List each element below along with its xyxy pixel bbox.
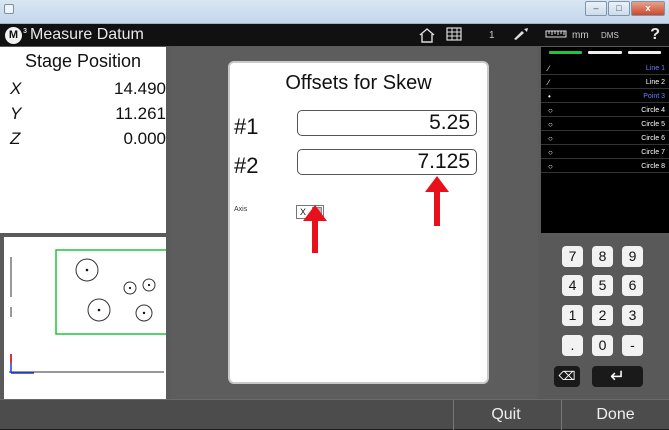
circle-icon: ○ (548, 106, 553, 115)
window-controls: – □ x (585, 1, 665, 16)
feature-row-circle-5[interactable]: ○ Circle 5 (541, 119, 669, 131)
key-2[interactable]: 2 (592, 305, 613, 326)
help-button[interactable]: ? (650, 26, 660, 44)
tab-list[interactable] (588, 51, 622, 54)
page-title: Measure Datum (30, 26, 144, 43)
grid-view-icon[interactable] (446, 27, 462, 44)
maximize-button[interactable]: □ (608, 1, 630, 16)
feature-row-circle-4[interactable]: ○ Circle 4 (541, 105, 669, 117)
key-9[interactable]: 9 (622, 246, 643, 267)
close-button[interactable]: x (631, 1, 665, 16)
feature-name: Point 3 (643, 93, 665, 100)
enter-icon[interactable]: ↵ (592, 366, 643, 387)
feature-list-tabs (549, 51, 661, 60)
offset-input-2[interactable]: 7.125 (297, 149, 477, 175)
key-7[interactable]: 7 (562, 246, 583, 267)
app-window: – □ x M3 Measure Datum 1 mm DMS ? Stage … (0, 0, 669, 430)
probe-icon[interactable] (512, 27, 530, 44)
axis-row-x: X 14.490 (0, 79, 166, 101)
axis-label: X (10, 79, 22, 98)
numeric-keypad: 7 8 9 4 5 6 1 2 3 . 0 - ⌫ ↵ (541, 237, 669, 399)
axis-value: 0.000 (123, 129, 166, 148)
axis-label: Y (10, 104, 22, 123)
stage-position-title: Stage Position (24, 51, 142, 71)
app-logo: M3 (5, 27, 27, 44)
key-0[interactable]: 0 (592, 335, 613, 356)
footer-bar: Quit Done (0, 399, 669, 430)
feature-name: Circle 7 (641, 149, 665, 156)
circle-icon: ○ (548, 148, 553, 157)
offset-input-1[interactable]: 5.25 (297, 110, 477, 136)
done-button[interactable]: Done (561, 400, 669, 430)
annotation-arrow-icon (425, 176, 449, 226)
key-minus[interactable]: - (622, 335, 643, 356)
feature-list: ∕ Line 1 ∕ Line 2 • Point 3 ○ Circle 4 ○… (541, 47, 669, 233)
offset-label-2: #2 (234, 153, 259, 178)
key-6[interactable]: 6 (622, 275, 643, 296)
tab-features[interactable] (549, 51, 583, 54)
backspace-icon[interactable]: ⌫ (554, 366, 580, 387)
key-8[interactable]: 8 (592, 246, 613, 267)
key-5[interactable]: 5 (592, 275, 613, 296)
feature-name: Circle 6 (641, 135, 665, 142)
dialog-title: Offsets for Skew (285, 72, 432, 94)
quit-button[interactable]: Quit (453, 400, 558, 430)
axis-value: 11.261 (115, 104, 166, 123)
key-1[interactable]: 1 (562, 305, 583, 326)
feature-name: Circle 4 (641, 107, 665, 114)
feature-row-circle-8[interactable]: ○ Circle 8 (541, 161, 669, 173)
feature-row-point-3[interactable]: • Point 3 (541, 91, 669, 103)
feature-name: Line 1 (645, 65, 665, 72)
feature-row-line-1[interactable]: ∕ Line 1 (541, 63, 669, 75)
minimize-button[interactable]: – (585, 1, 607, 16)
feature-row-circle-7[interactable]: ○ Circle 7 (541, 147, 669, 159)
axis-value: 14.490 (114, 79, 166, 98)
system-menu-icon[interactable] (4, 4, 14, 14)
circle-icon: ○ (548, 120, 553, 129)
axis-label: Z (10, 129, 21, 148)
offset-label-1: #1 (234, 114, 259, 139)
line-icon: ∕ (548, 64, 550, 73)
window-titlebar: – □ x (0, 0, 669, 24)
angle-format-toggle[interactable]: DMS (601, 31, 619, 40)
unit-toggle[interactable]: mm (572, 30, 589, 41)
circle-icon: ○ (548, 134, 553, 143)
count-indicator: 1 (489, 30, 495, 41)
line-icon: ∕ (548, 78, 550, 87)
tab-other[interactable] (627, 51, 661, 54)
ruler-icon[interactable] (545, 27, 567, 43)
feature-name: Circle 5 (641, 121, 665, 128)
part-view[interactable] (4, 237, 169, 399)
axis-row-y: Y 11.261 (0, 104, 166, 126)
circle-icon: ○ (548, 162, 553, 171)
feature-name: Circle 8 (641, 163, 665, 170)
stage-position-panel: Stage Position X 14.490 Y 11.261 Z 0.000 (0, 47, 166, 233)
annotation-arrow-icon (303, 205, 327, 253)
feature-row-line-2[interactable]: ∕ Line 2 (541, 77, 669, 89)
feature-name: Line 2 (645, 79, 665, 86)
axis-selector-label: Axis (234, 206, 248, 213)
key-3[interactable]: 3 (622, 305, 643, 326)
feature-row-circle-6[interactable]: ○ Circle 6 (541, 133, 669, 145)
key-4[interactable]: 4 (562, 275, 583, 296)
app-header: M3 Measure Datum 1 mm DMS ? (0, 24, 669, 46)
point-icon: • (548, 92, 551, 101)
axis-row-z: Z 0.000 (0, 129, 166, 151)
home-icon[interactable] (418, 27, 436, 46)
key-decimal[interactable]: . (562, 335, 583, 356)
